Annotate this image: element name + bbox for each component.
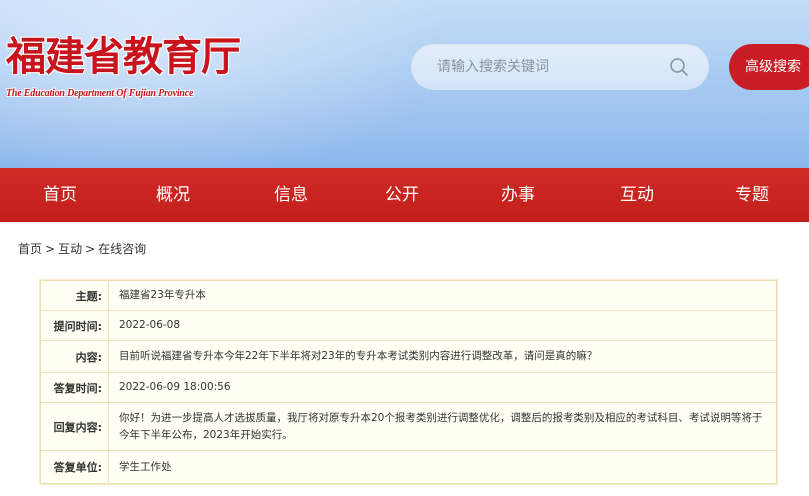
- advanced-search-button[interactable]: 高级搜索: [729, 44, 809, 90]
- breadcrumb-separator: >: [85, 242, 96, 256]
- detail-label: 答复单位:: [41, 451, 109, 483]
- detail-value: 学生工作处: [119, 460, 172, 473]
- breadcrumb-separator: >: [45, 242, 56, 256]
- detail-row-subject: 主题: 福建省23年专升本: [41, 281, 776, 311]
- breadcrumb-interaction[interactable]: 互动: [58, 242, 82, 256]
- nav-item-overview[interactable]: 概况: [133, 168, 213, 222]
- nav-item-home[interactable]: 首页: [20, 168, 100, 222]
- detail-value: 目前听说福建省专升本今年22年下半年将对23年的专升本考试类别内容进行调整改革，…: [119, 350, 598, 362]
- breadcrumb-home[interactable]: 首页: [18, 242, 42, 256]
- detail-label: 答复时间:: [41, 373, 109, 402]
- detail-label: 回复内容:: [41, 403, 109, 450]
- site-logo-subtitle: The Education Department Of Fujian Provi…: [6, 88, 194, 99]
- search-icon[interactable]: [669, 57, 689, 77]
- site-header: 福建省教育厅 The Education Department Of Fujia…: [0, 0, 809, 168]
- detail-label: 内容:: [41, 341, 109, 372]
- main-nav: 首页 概况 信息 公开 办事 互动 专题: [0, 168, 809, 222]
- search-input[interactable]: [437, 44, 657, 90]
- detail-value: 2022-06-09 18:00:56: [119, 381, 231, 393]
- detail-row-content: 内容: 目前听说福建省专升本今年22年下半年将对23年的专升本考试类别内容进行调…: [41, 341, 776, 373]
- detail-row-reply-time: 答复时间: 2022-06-09 18:00:56: [41, 373, 776, 403]
- detail-value: 福建省23年专升本: [119, 289, 206, 301]
- breadcrumb: 首页 > 互动 > 在线咨询: [18, 240, 146, 257]
- nav-item-public[interactable]: 公开: [362, 168, 442, 222]
- detail-label: 提问时间:: [41, 311, 109, 340]
- detail-row-reply-content: 回复内容: 你好！为进一步提高人才选拔质量，我厅将对原专升本20个报考类别进行调…: [41, 403, 776, 451]
- header-glow: [0, 0, 460, 168]
- consultation-detail: 主题: 福建省23年专升本 提问时间: 2022-06-08 内容: 目前听说福…: [40, 280, 777, 484]
- nav-item-interaction[interactable]: 互动: [597, 168, 677, 222]
- detail-row-question-time: 提问时间: 2022-06-08: [41, 311, 776, 341]
- site-logo-title[interactable]: 福建省教育厅: [6, 34, 241, 80]
- search-box: [411, 44, 709, 90]
- detail-value: 你好！为进一步提高人才选拔质量，我厅将对原专升本20个报考类别进行调整优化，调整…: [119, 411, 763, 441]
- detail-value: 2022-06-08: [119, 319, 181, 331]
- nav-item-topics[interactable]: 专题: [712, 168, 792, 222]
- detail-row-reply-unit: 答复单位: 学生工作处: [41, 451, 776, 483]
- detail-label: 主题:: [41, 281, 109, 310]
- nav-item-services[interactable]: 办事: [478, 168, 558, 222]
- nav-item-information[interactable]: 信息: [251, 168, 331, 222]
- breadcrumb-current: 在线咨询: [98, 242, 147, 256]
